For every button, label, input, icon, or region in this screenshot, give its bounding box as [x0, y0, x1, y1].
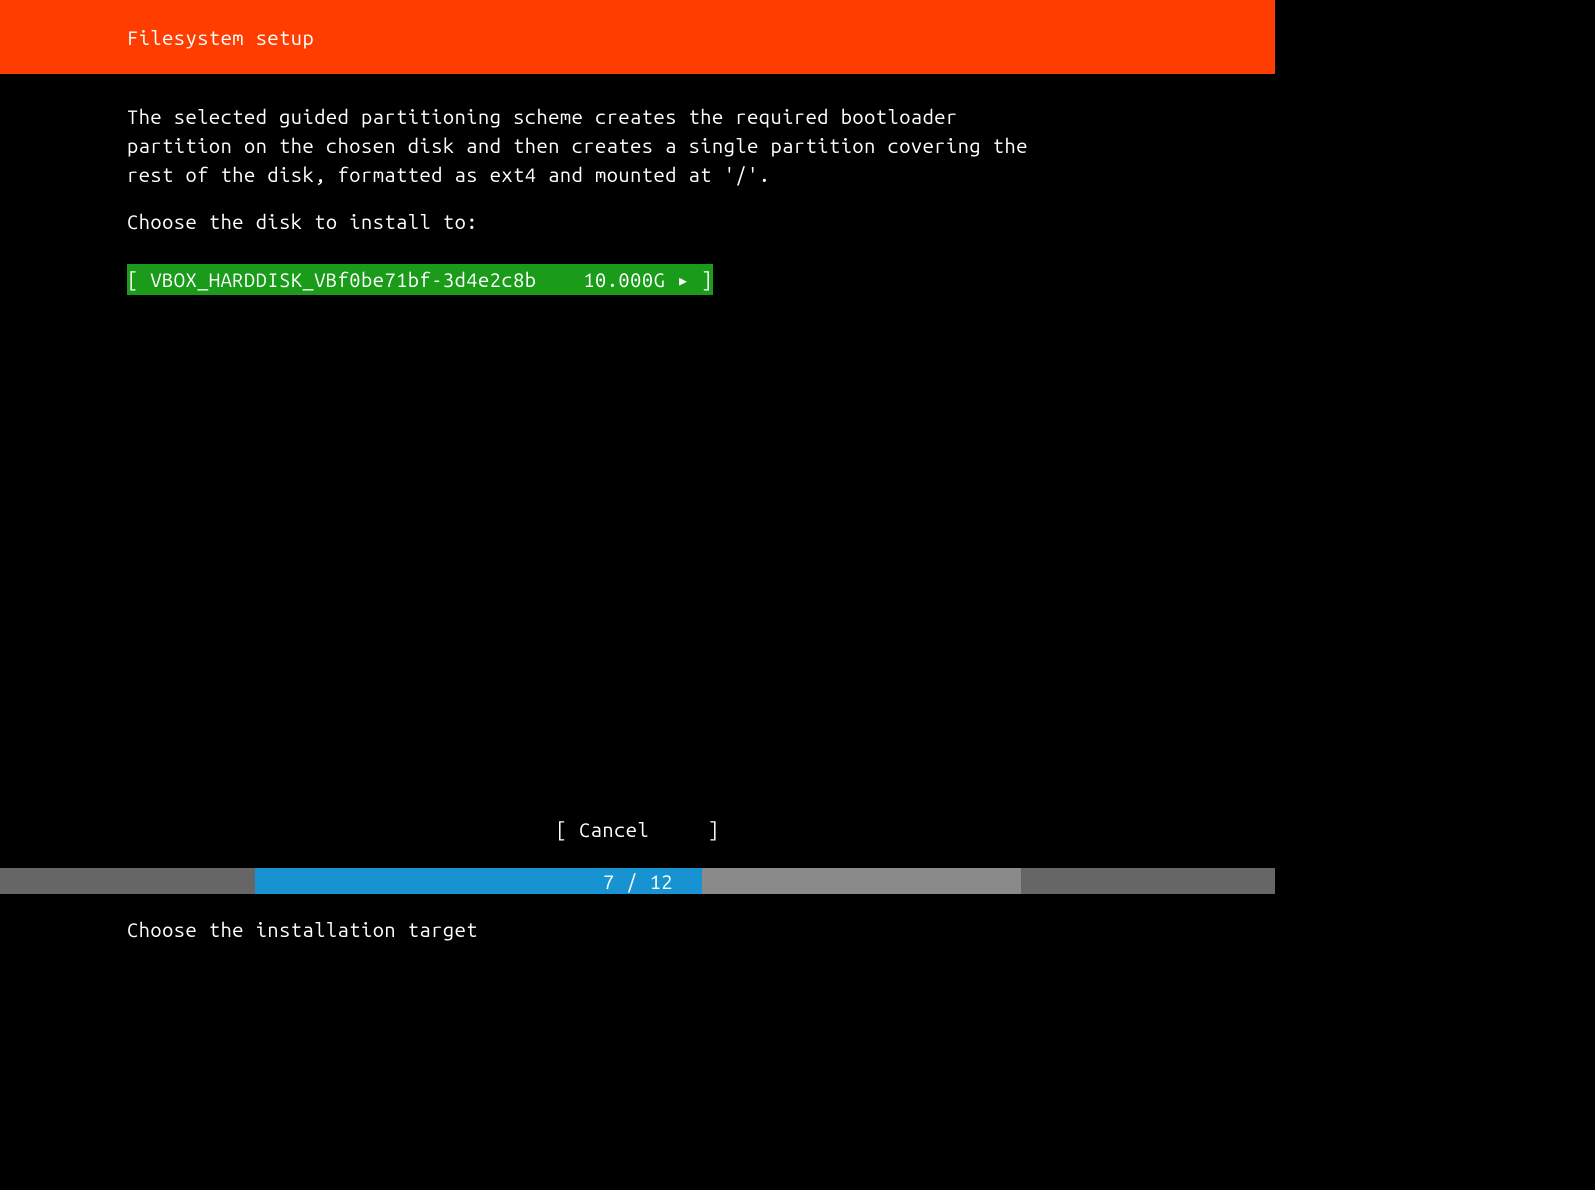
bracket-close: ]	[689, 265, 712, 294]
disk-spacer	[537, 265, 584, 294]
disk-spacer-2	[665, 265, 677, 294]
disk-name: VBOX_HARDDISK_VBf0be71bf-3d4e2c8b	[150, 265, 536, 294]
progress-label: 7 / 12	[255, 870, 1021, 893]
cancel-label: Cancel	[579, 818, 649, 841]
footer-hint: Choose the installation target	[127, 918, 478, 941]
progress-bar-bg: 7 / 12	[0, 868, 1275, 894]
bracket-open: [	[127, 265, 150, 294]
description-text: The selected guided partitioning scheme …	[127, 102, 1148, 189]
disk-size: 10.000G	[583, 265, 665, 294]
disk-option[interactable]: [ VBOX_HARDDISK_VBf0be71bf-3d4e2c8b 10.0…	[127, 264, 713, 295]
choose-disk-prompt: Choose the disk to install to:	[127, 207, 1148, 236]
body-area: The selected guided partitioning scheme …	[0, 74, 1275, 295]
bracket-open: [	[556, 818, 579, 841]
progress-track: 7 / 12	[255, 868, 1021, 894]
header-bar: Filesystem setup	[0, 0, 1275, 74]
cancel-button[interactable]: [ Cancel ]	[0, 818, 1275, 841]
bracket-close: ]	[649, 818, 719, 841]
chevron-right-icon: ▸	[677, 265, 690, 294]
page-title: Filesystem setup	[127, 26, 314, 49]
